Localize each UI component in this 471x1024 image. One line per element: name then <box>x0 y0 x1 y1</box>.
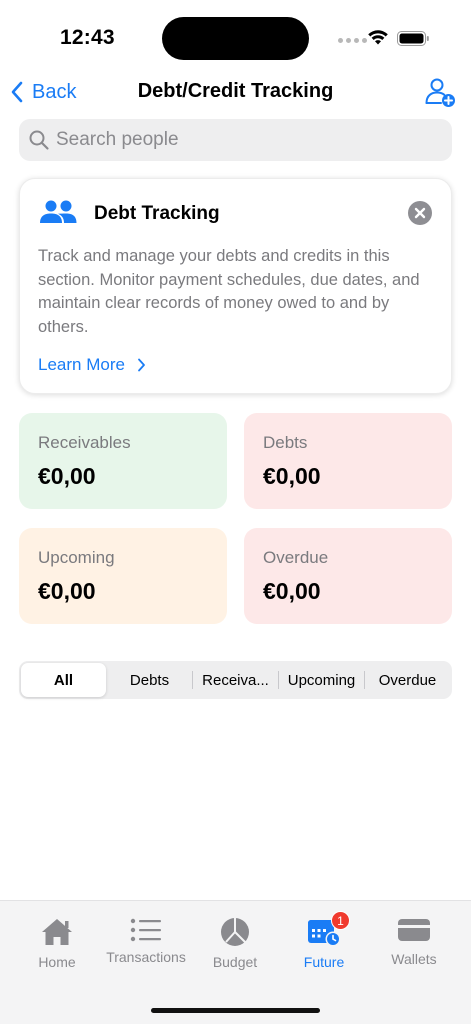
notification-badge: 1 <box>331 911 350 930</box>
stat-value: €0,00 <box>263 463 321 489</box>
status-time: 12:43 <box>60 26 115 49</box>
search-input[interactable] <box>56 129 436 151</box>
page-title: Debt/Credit Tracking <box>137 80 334 102</box>
tab-home[interactable]: Home <box>12 901 102 981</box>
info-card-description: Track and manage your debts and credits … <box>38 247 420 336</box>
info-card-title: Debt Tracking <box>94 203 220 224</box>
wifi-icon <box>368 30 388 45</box>
list-icon <box>130 918 161 942</box>
house-icon <box>42 919 72 945</box>
dynamic-island <box>162 17 309 60</box>
stat-label: Overdue <box>263 548 329 567</box>
overdue-card[interactable]: Overdue €0,00 <box>244 528 452 624</box>
filter-tab-all[interactable]: All <box>21 663 106 697</box>
stat-value: €0,00 <box>38 463 96 489</box>
tab-bar: Home Transactions Budget 1 Future Wallet… <box>0 900 471 1024</box>
filter-segmented-control: All Debts Receiva... Upcoming Overdue <box>19 661 452 699</box>
tab-wallets[interactable]: Wallets <box>369 901 459 981</box>
stat-value: €0,00 <box>263 578 321 604</box>
debts-card[interactable]: Debts €0,00 <box>244 413 452 509</box>
status-bar: 12:43 <box>0 0 471 70</box>
people-icon <box>40 200 77 223</box>
learn-more-link[interactable]: Learn More <box>38 355 146 375</box>
filter-tab-debts[interactable]: Debts <box>107 663 192 697</box>
tab-budget[interactable]: Budget <box>190 901 280 981</box>
debt-tracking-info-card: Debt Tracking Track and manage your debt… <box>19 178 452 394</box>
wallet-icon <box>398 919 430 941</box>
close-icon <box>414 207 426 219</box>
tab-label: Future <box>303 954 345 970</box>
navigation-bar: Back Debt/Credit Tracking <box>0 72 471 112</box>
home-indicator <box>151 1008 320 1013</box>
tab-label: Budget <box>212 954 258 970</box>
filter-tab-receivables[interactable]: Receiva... <box>193 663 278 697</box>
tab-future[interactable]: 1 Future <box>279 901 369 981</box>
receivables-card[interactable]: Receivables €0,00 <box>19 413 227 509</box>
stat-value: €0,00 <box>38 578 96 604</box>
battery-icon <box>397 31 429 46</box>
chevron-right-icon <box>138 358 145 372</box>
search-icon <box>29 130 49 150</box>
search-bar[interactable] <box>19 119 452 161</box>
tab-transactions[interactable]: Transactions <box>101 901 191 981</box>
tab-label: Wallets <box>391 951 437 967</box>
tab-label: Home <box>38 954 76 970</box>
stat-label: Debts <box>263 433 308 452</box>
cellular-signal-icon <box>338 38 367 43</box>
upcoming-card[interactable]: Upcoming €0,00 <box>19 528 227 624</box>
add-person-icon[interactable] <box>424 76 456 108</box>
tab-label: Transactions <box>106 949 186 965</box>
filter-tab-upcoming[interactable]: Upcoming <box>279 663 364 697</box>
stat-label: Receivables <box>38 433 131 452</box>
learn-more-label: Learn More <box>38 355 125 374</box>
close-button[interactable] <box>408 201 432 225</box>
stat-label: Upcoming <box>38 548 115 567</box>
pie-chart-icon <box>221 918 249 946</box>
filter-tab-overdue[interactable]: Overdue <box>365 663 450 697</box>
